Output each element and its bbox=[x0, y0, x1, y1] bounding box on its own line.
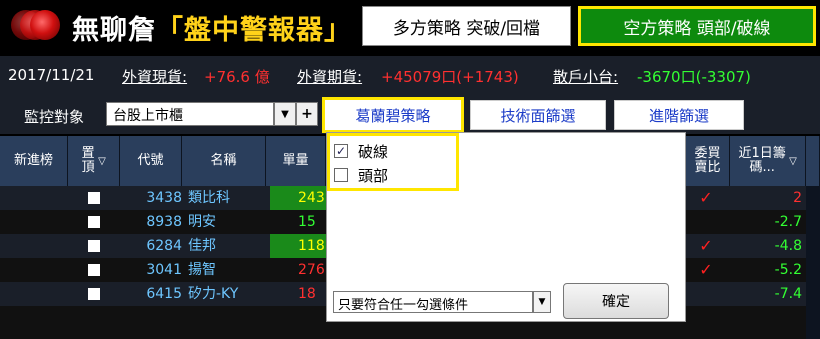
option-break-line[interactable]: ✓ 破線 bbox=[334, 140, 388, 162]
app-title-highlight: 「盤中警報器」 bbox=[156, 15, 352, 46]
stock-code: 8938 bbox=[146, 214, 182, 230]
pin-checkbox[interactable] bbox=[88, 240, 100, 252]
stock-code: 6284 bbox=[146, 238, 182, 254]
check-icon: ✓ bbox=[699, 188, 713, 207]
check-icon bbox=[690, 210, 722, 234]
check-icon: ✓ bbox=[699, 260, 713, 279]
col-order-ratio-label: 委買賣比 bbox=[694, 145, 721, 175]
col-volume-label: 單量 bbox=[282, 152, 309, 168]
strategy-option-list: ✓ 破線 頭部 bbox=[327, 133, 459, 191]
col-chip-1d-label: 近1日籌碼... bbox=[738, 145, 786, 175]
option-label: 破線 bbox=[358, 142, 389, 161]
filter-icon[interactable]: ▽ bbox=[789, 156, 797, 167]
col-code[interactable]: 代號 bbox=[120, 136, 182, 186]
checkbox-icon[interactable] bbox=[334, 168, 348, 182]
chip-change: -5.2 bbox=[774, 262, 802, 278]
pin-checkbox[interactable] bbox=[88, 264, 100, 276]
confirm-button[interactable]: 確定 bbox=[563, 283, 669, 319]
col-order-ratio[interactable]: 委買賣比 bbox=[686, 136, 730, 186]
col-volume[interactable]: 單量 bbox=[266, 136, 326, 186]
option-head-top[interactable]: 頭部 bbox=[334, 164, 388, 186]
short-strategy-button[interactable]: 空方策略 頭部/破線 bbox=[578, 6, 816, 46]
stock-volume: 15 bbox=[298, 214, 316, 230]
pin-checkbox[interactable] bbox=[88, 288, 100, 300]
pin-checkbox[interactable] bbox=[88, 216, 100, 228]
chip-change: -7.4 bbox=[774, 286, 802, 302]
check-icon: ✓ bbox=[699, 236, 713, 255]
col-name[interactable]: 名稱 bbox=[182, 136, 266, 186]
stock-volume: 118 bbox=[270, 234, 326, 258]
app-title: 無聊詹「盤中警報器」 bbox=[72, 8, 352, 47]
add-button[interactable]: + bbox=[296, 102, 318, 126]
tab-gebilan-strategy[interactable]: 葛蘭碧策略 bbox=[322, 97, 464, 133]
match-mode-select[interactable]: 只要符合任一勾選條件 bbox=[333, 291, 533, 313]
filter-icon[interactable]: ▽ bbox=[98, 156, 106, 167]
monitor-label: 監控對象 bbox=[24, 108, 85, 126]
stock-code: 6415 bbox=[146, 286, 182, 302]
checkbox-checked-icon[interactable]: ✓ bbox=[334, 144, 348, 158]
check-icon bbox=[690, 282, 722, 306]
logo bbox=[8, 7, 64, 43]
app-header: 無聊詹「盤中警報器」 多方策略 突破/回檔 空方策略 頭部/破線 bbox=[0, 0, 820, 56]
stock-volume: 276 bbox=[298, 262, 325, 278]
option-label: 頭部 bbox=[358, 166, 389, 185]
market-info-bar: 2017/11/21 外資現貨: +76.6 億 外資期貨: +45079口(+… bbox=[0, 56, 820, 96]
col-pin-top-label: 置頂 bbox=[81, 145, 95, 175]
chip-change: 2 bbox=[793, 190, 802, 206]
chip-change: -2.7 bbox=[774, 214, 802, 230]
retail-mini-value: -3670口(-3307) bbox=[637, 68, 751, 86]
col-pin-top[interactable]: 置頂 ▽ bbox=[68, 136, 120, 186]
col-chip-1d[interactable]: 近1日籌碼... ▽ bbox=[730, 136, 806, 186]
market-select[interactable]: 台股上市櫃 bbox=[106, 102, 274, 126]
chip-change: -4.8 bbox=[774, 238, 802, 254]
foreign-spot-label[interactable]: 外資現貨: bbox=[122, 66, 187, 87]
stock-code: 3041 bbox=[146, 262, 182, 278]
control-row: 監控對象 台股上市櫃 ▼ + 葛蘭碧策略 技術面篩選 進階篩選 bbox=[0, 96, 820, 134]
stock-code: 3438 bbox=[146, 190, 182, 206]
date-text: 2017/11/21 bbox=[8, 66, 95, 84]
stock-name: 明安 bbox=[188, 214, 216, 230]
pin-checkbox[interactable] bbox=[88, 192, 100, 204]
stock-name: 佳邦 bbox=[188, 238, 216, 254]
stock-name: 類比科 bbox=[188, 190, 230, 206]
col-next-edge bbox=[806, 136, 820, 186]
chevron-down-icon[interactable]: ▼ bbox=[533, 291, 551, 313]
foreign-futures-value: +45079口(+1743) bbox=[381, 68, 519, 86]
long-strategy-button[interactable]: 多方策略 突破/回檔 bbox=[362, 6, 571, 46]
stock-name: 矽力-KY bbox=[188, 286, 239, 302]
tab-technical-filter[interactable]: 技術面篩選 bbox=[470, 100, 606, 130]
col-code-label: 代號 bbox=[137, 152, 164, 168]
app-title-prefix: 無聊詹 bbox=[72, 15, 156, 46]
chevron-down-icon[interactable]: ▼ bbox=[274, 102, 296, 126]
col-name-label: 名稱 bbox=[210, 152, 237, 168]
col-new-list[interactable]: 新進榜 bbox=[0, 136, 68, 186]
retail-mini-label[interactable]: 散戶小台: bbox=[553, 66, 618, 87]
foreign-futures-label[interactable]: 外資期貨: bbox=[297, 66, 362, 87]
tab-advanced-filter[interactable]: 進階篩選 bbox=[614, 100, 744, 130]
stock-name: 揚智 bbox=[188, 262, 216, 278]
stock-volume: 18 bbox=[298, 286, 316, 302]
foreign-spot-value: +76.6 億 bbox=[204, 68, 270, 86]
col-new-list-label: 新進榜 bbox=[13, 152, 53, 168]
stock-volume: 243 bbox=[270, 186, 326, 210]
strategy-dropdown-panel: ✓ 破線 頭部 只要符合任一勾選條件 ▼ 確定 bbox=[326, 132, 686, 322]
